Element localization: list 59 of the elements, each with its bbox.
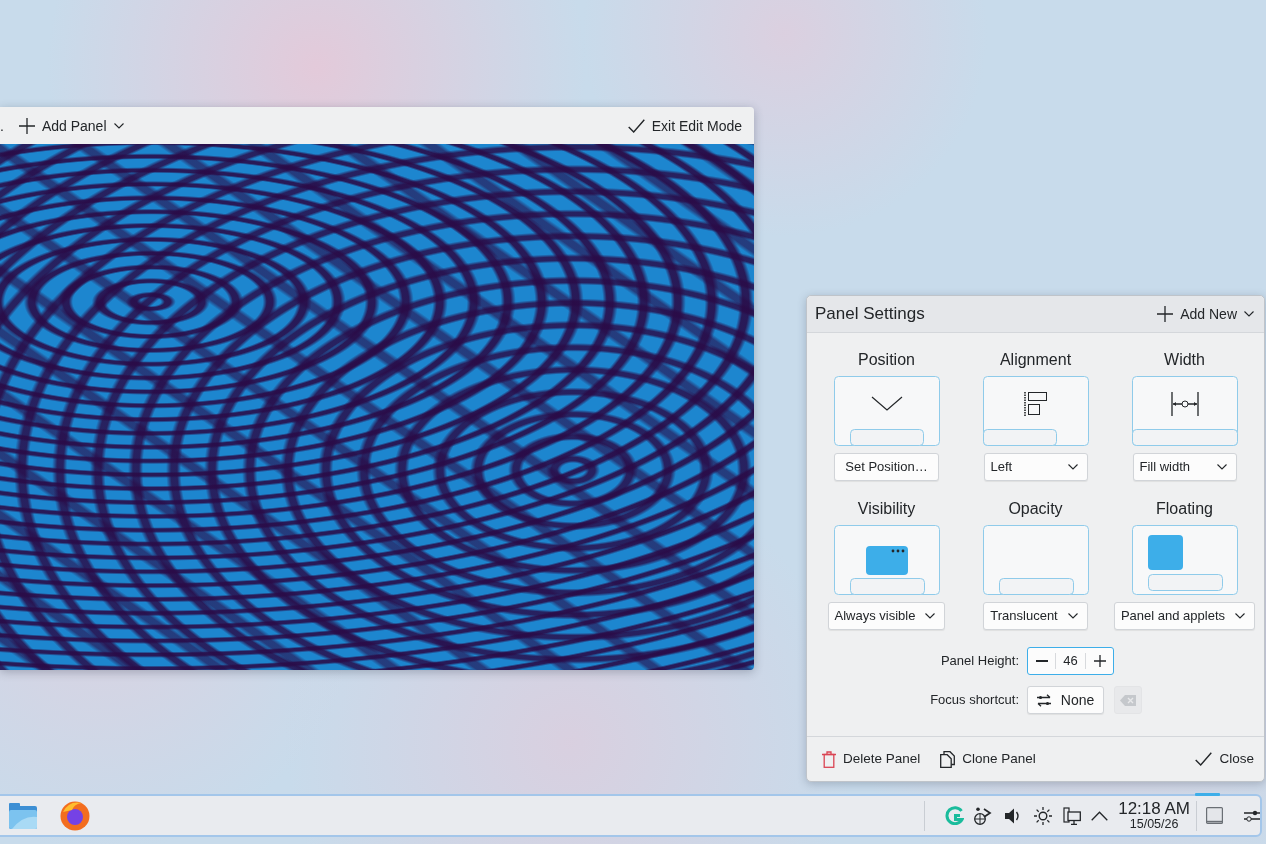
opacity-dropdown[interactable]: Translucent — [983, 602, 1088, 630]
option-title: Visibility — [857, 499, 916, 519]
globe-arrow-icon[interactable] — [974, 806, 993, 825]
chevron-down-icon — [925, 613, 936, 619]
chevron-down-icon — [1244, 311, 1254, 317]
clone-panel-button[interactable]: Clone Panel — [936, 746, 1040, 772]
check-icon — [1195, 752, 1213, 766]
square-icon[interactable] — [1206, 807, 1223, 824]
option-title: Width — [1164, 350, 1205, 370]
sliders-icon[interactable] — [1244, 808, 1260, 823]
clock-date[interactable]: 15/05/26 — [1129, 817, 1179, 831]
dialog-title: Panel Settings — [815, 304, 925, 324]
width-dropdown[interactable]: Fill width — [1132, 453, 1237, 481]
panel-visibility-preview-icon — [833, 525, 940, 595]
delete-panel-button[interactable]: Delete Panel — [818, 746, 925, 772]
chevron-up-icon[interactable] — [1091, 810, 1109, 821]
toggle-arrows-icon — [1036, 693, 1051, 707]
chevron-down-icon — [1067, 613, 1078, 619]
panel-alignment-preview-icon — [982, 376, 1089, 446]
toolbar-text: . — [0, 117, 4, 134]
shortcut-button[interactable]: None — [1027, 686, 1104, 714]
chevron-down-icon — [1216, 464, 1227, 470]
chevron-down-icon — [113, 122, 124, 129]
active-indicator — [1195, 793, 1220, 796]
chevron-down-icon — [1235, 613, 1246, 619]
visibility-dropdown[interactable]: Always visible — [827, 602, 946, 630]
alignment-dropdown[interactable]: Left — [983, 453, 1088, 481]
exit-edit-mode-button[interactable]: Exit Edit Mode — [623, 112, 746, 139]
sun-icon[interactable] — [1034, 806, 1053, 825]
option-title: Opacity — [1008, 499, 1063, 519]
check-icon — [627, 118, 645, 133]
minus-icon — [1035, 660, 1048, 662]
floating-panel-preview-icon — [1131, 525, 1238, 595]
plus-icon — [1157, 306, 1174, 322]
plus-icon — [1093, 655, 1106, 667]
folder-icon[interactable] — [9, 802, 37, 829]
panel-width-preview-icon — [1131, 376, 1238, 446]
plus-icon — [18, 117, 35, 134]
browser-icon[interactable] — [60, 800, 90, 831]
add-new-button[interactable]: Add New — [1153, 301, 1258, 327]
panel-height-label: Panel Height: — [939, 652, 1019, 671]
clock-time[interactable]: 12:18 AM — [1118, 800, 1190, 817]
option-title: Position — [858, 350, 915, 370]
chevron-down-icon — [1067, 464, 1078, 470]
focus-shortcut-label: Focus shortcut: — [929, 691, 1019, 710]
backspace-icon — [1120, 694, 1136, 706]
set-position-button[interactable]: Set Position… — [834, 453, 939, 481]
monitor-icon[interactable] — [1063, 806, 1082, 825]
copy-icon — [940, 750, 956, 768]
option-title: Alignment — [999, 350, 1072, 370]
panel-height-spinbox[interactable]: 46 — [1027, 647, 1114, 675]
option-title: Floating — [1156, 499, 1213, 519]
add-panel-button[interactable]: Add Panel — [14, 112, 128, 139]
panel-opacity-preview-icon — [982, 525, 1089, 595]
floating-dropdown[interactable]: Panel and applets — [1113, 602, 1256, 630]
trash-icon — [822, 750, 836, 768]
panel-position-preview-icon — [833, 376, 940, 446]
panel-height-value[interactable]: 46 — [1055, 653, 1086, 669]
close-button[interactable]: Close — [1191, 746, 1258, 772]
